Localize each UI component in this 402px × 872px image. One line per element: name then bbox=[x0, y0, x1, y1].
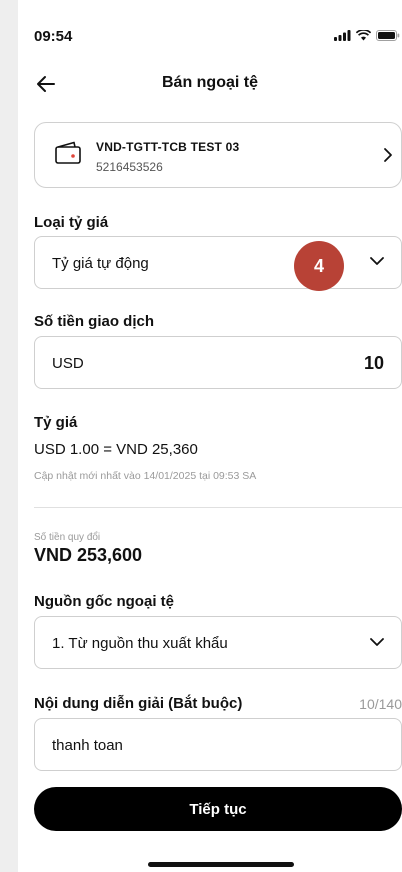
converted-value: VND 253,600 bbox=[34, 545, 143, 565]
description-counter: 10/140 bbox=[359, 696, 402, 712]
wallet-icon bbox=[55, 141, 81, 164]
converted-label: Số tiền quy đổi bbox=[34, 532, 101, 543]
status-icons bbox=[334, 30, 400, 41]
rate-type-value: Tỷ giá tự động bbox=[52, 255, 149, 272]
chevron-down-icon bbox=[370, 638, 384, 646]
wifi-icon bbox=[356, 30, 371, 41]
exchange-rate-updated: Cập nhật mới nhất vào 14/01/2025 tại 09:… bbox=[34, 470, 257, 482]
exchange-rate-value: USD 1.00 = VND 25,360 bbox=[34, 441, 198, 458]
amount-currency: USD bbox=[52, 355, 84, 372]
description-value: thanh toan bbox=[52, 737, 123, 754]
chevron-right-icon bbox=[384, 148, 392, 162]
exchange-rate-label: Tỷ giá bbox=[34, 414, 78, 431]
description-label: Nội dung diễn giải (Bắt buộc) bbox=[34, 695, 243, 712]
currency-source-label: Nguồn gốc ngoại tệ bbox=[34, 593, 174, 610]
continue-button[interactable]: Tiếp tục bbox=[34, 787, 402, 831]
rate-type-label: Loại tỷ giá bbox=[34, 214, 109, 231]
status-time: 09:54 bbox=[34, 28, 73, 45]
battery-icon bbox=[376, 30, 400, 41]
account-card[interactable] bbox=[34, 122, 402, 188]
account-name: VND-TGTT-TCB TEST 03 bbox=[96, 140, 240, 154]
chevron-down-icon bbox=[370, 257, 384, 265]
page-title: Bán ngoại tệ bbox=[161, 74, 258, 91]
transaction-amount-label: Số tiền giao dịch bbox=[34, 313, 155, 330]
signal-icon bbox=[334, 30, 351, 41]
amount-value: 10 bbox=[363, 353, 384, 373]
divider bbox=[34, 507, 402, 508]
account-number: 5216453526 bbox=[96, 160, 163, 174]
phone-screen: 09:54 Bán ngoại tệ VND-TGTT-TCB TEST 03 … bbox=[18, 0, 402, 872]
home-indicator bbox=[148, 862, 294, 867]
currency-source-value: 1. Từ nguồn thu xuất khẩu bbox=[52, 635, 228, 652]
step-badge: 4 bbox=[294, 241, 344, 291]
